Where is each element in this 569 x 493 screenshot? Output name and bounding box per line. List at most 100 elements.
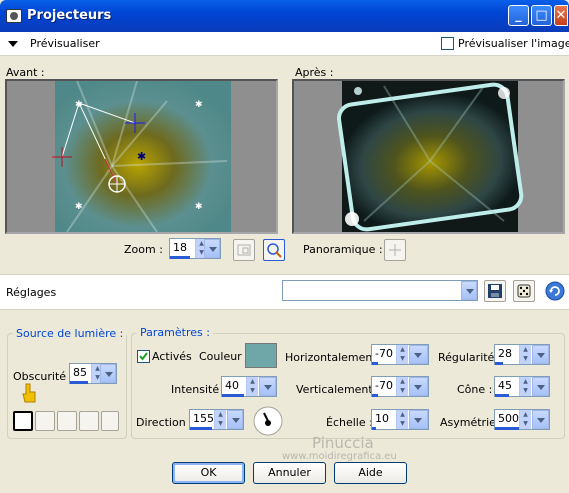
light-slots	[13, 411, 119, 431]
intensite-value: 40	[225, 379, 239, 392]
vertical-label: Verticalement :	[296, 383, 380, 396]
svg-text:✱: ✱	[195, 100, 203, 110]
intensite-spinner[interactable]: ▲ ▼	[246, 377, 258, 396]
avant-preview[interactable]: ✱ ✱ ✱ ✱ ✱	[5, 79, 278, 234]
direction-dial-icon[interactable]	[252, 405, 284, 440]
direction-slider-bar	[190, 427, 212, 430]
collapse-arrow-icon[interactable]	[8, 41, 18, 47]
apres-label: Après :	[295, 66, 334, 79]
echelle-slider-bar	[372, 427, 376, 430]
preview-image-checkbox[interactable]	[441, 37, 454, 50]
cone-field[interactable]: 45 ▲ ▼	[494, 376, 550, 397]
reglages-select[interactable]	[282, 280, 478, 301]
couleur-swatch[interactable]	[245, 343, 277, 368]
obscurite-value: 85	[73, 366, 87, 379]
regularite-label: Régularité :	[438, 351, 502, 364]
zoom-dropdown-arrow[interactable]	[204, 239, 220, 258]
horizontal-spinner[interactable]: ▲ ▼	[396, 345, 408, 364]
light-slot-1[interactable]	[13, 411, 33, 431]
intensite-slider-bar	[222, 394, 244, 397]
preview-image-label: Prévisualiser l'image	[458, 37, 569, 50]
actives-label: Activés	[152, 350, 192, 363]
echelle-field[interactable]: 10 ▲ ▼	[371, 409, 429, 430]
regularite-spinner[interactable]: ▲ ▼	[519, 345, 531, 364]
svg-text:✱: ✱	[195, 202, 203, 212]
direction-field[interactable]: 155 ▲ ▼	[189, 409, 244, 430]
vertical-dropdown-arrow[interactable]	[409, 377, 428, 396]
regularite-dropdown-arrow[interactable]	[532, 345, 549, 364]
random-dice-icon[interactable]	[513, 280, 535, 302]
light-slot-3[interactable]	[57, 411, 77, 431]
asymetrie-field[interactable]: 500 ▲ ▼	[494, 409, 550, 430]
light-slot-2[interactable]	[35, 411, 55, 431]
light-slot-4[interactable]	[79, 411, 99, 431]
vertical-spinner[interactable]: ▲ ▼	[396, 377, 408, 396]
vertical-value: -70	[375, 379, 393, 392]
obscurite-slider-bar	[70, 381, 88, 384]
direction-dropdown-arrow[interactable]	[227, 410, 243, 429]
fit-window-icon[interactable]	[233, 239, 255, 261]
echelle-label: Échelle :	[326, 416, 373, 429]
reglages-label: Réglages	[6, 286, 57, 299]
echelle-dropdown-arrow[interactable]	[409, 410, 428, 429]
maximize-button[interactable]: □	[531, 5, 552, 26]
intensite-dropdown-arrow[interactable]	[259, 377, 276, 396]
cone-value: 45	[498, 379, 512, 392]
annuler-button[interactable]: Annuler	[253, 462, 326, 484]
light-source-legend: Source de lumière :	[13, 327, 127, 340]
couleur-label: Couleur :	[199, 350, 249, 363]
avant-label: Avant :	[6, 66, 45, 79]
asymetrie-slider-bar	[495, 427, 519, 430]
preview-label: Prévisualiser	[30, 37, 100, 50]
vertical-field[interactable]: -70 ▲ ▼	[371, 376, 429, 397]
horizontal-label: Horizontalement :	[285, 351, 384, 364]
direction-spinner[interactable]: ▲ ▼	[214, 410, 226, 429]
echelle-spinner[interactable]: ▲ ▼	[396, 410, 408, 429]
avant-preview-image: ✱ ✱ ✱ ✱ ✱	[7, 81, 276, 232]
save-preset-icon[interactable]	[484, 280, 506, 302]
horizontal-dropdown-arrow[interactable]	[409, 345, 428, 364]
horizontal-slider-bar	[372, 362, 378, 365]
watermark-title: Pinuccia	[312, 434, 374, 452]
zoom-tool-icon[interactable]	[263, 239, 285, 261]
pan-icon[interactable]	[384, 239, 406, 261]
obscurite-dropdown-arrow[interactable]	[100, 364, 116, 383]
panoramique-label: Panoramique :	[303, 243, 383, 256]
close-button[interactable]: ✕	[554, 5, 568, 26]
direction-label: Direction :	[136, 416, 193, 429]
minimize-button[interactable]: _	[508, 5, 529, 26]
aide-button[interactable]: Aide	[334, 462, 407, 484]
zoom-label: Zoom :	[124, 243, 163, 256]
light-slot-5[interactable]	[101, 411, 119, 431]
cone-slider-bar	[495, 394, 509, 397]
cone-spinner[interactable]: ▲ ▼	[519, 377, 531, 396]
reset-icon[interactable]	[544, 280, 566, 302]
cone-label: Cône :	[457, 383, 493, 396]
cone-dropdown-arrow[interactable]	[532, 377, 549, 396]
intensite-label: Intensité :	[171, 383, 227, 396]
window-title: Projecteurs	[27, 8, 112, 23]
preview-header: Prévisualiser Prévisualiser l'image	[0, 32, 569, 56]
horizontal-value: -70	[375, 347, 393, 360]
horizontal-field[interactable]: -70 ▲ ▼	[371, 344, 429, 365]
obscurite-field[interactable]: 85 ▲ ▼	[69, 363, 117, 384]
title-bar[interactable]: Projecteurs _ □ ✕	[0, 0, 569, 32]
watermark-url: www.moidiregrafica.eu	[282, 451, 397, 462]
regularite-value: 28	[498, 347, 512, 360]
reglages-dropdown-arrow[interactable]	[461, 281, 477, 300]
asymetrie-value: 500	[498, 412, 519, 425]
echelle-value: 10	[375, 412, 389, 425]
asymetrie-spinner[interactable]: ▲ ▼	[519, 410, 531, 429]
intensite-field[interactable]: 40 ▲ ▼	[221, 376, 277, 397]
regularite-field[interactable]: 28 ▲ ▼	[494, 344, 550, 365]
zoom-slider-bar	[170, 256, 190, 259]
ok-button[interactable]: OK	[172, 462, 245, 484]
actives-checkbox[interactable]	[137, 350, 150, 363]
app-icon	[6, 9, 22, 23]
apres-preview	[292, 79, 565, 234]
svg-text:✱: ✱	[75, 202, 83, 212]
zoom-field[interactable]: 18 ▲ ▼	[169, 238, 221, 259]
vertical-slider-bar	[372, 394, 378, 397]
asymetrie-dropdown-arrow[interactable]	[532, 410, 549, 429]
regularite-slider-bar	[495, 362, 503, 365]
